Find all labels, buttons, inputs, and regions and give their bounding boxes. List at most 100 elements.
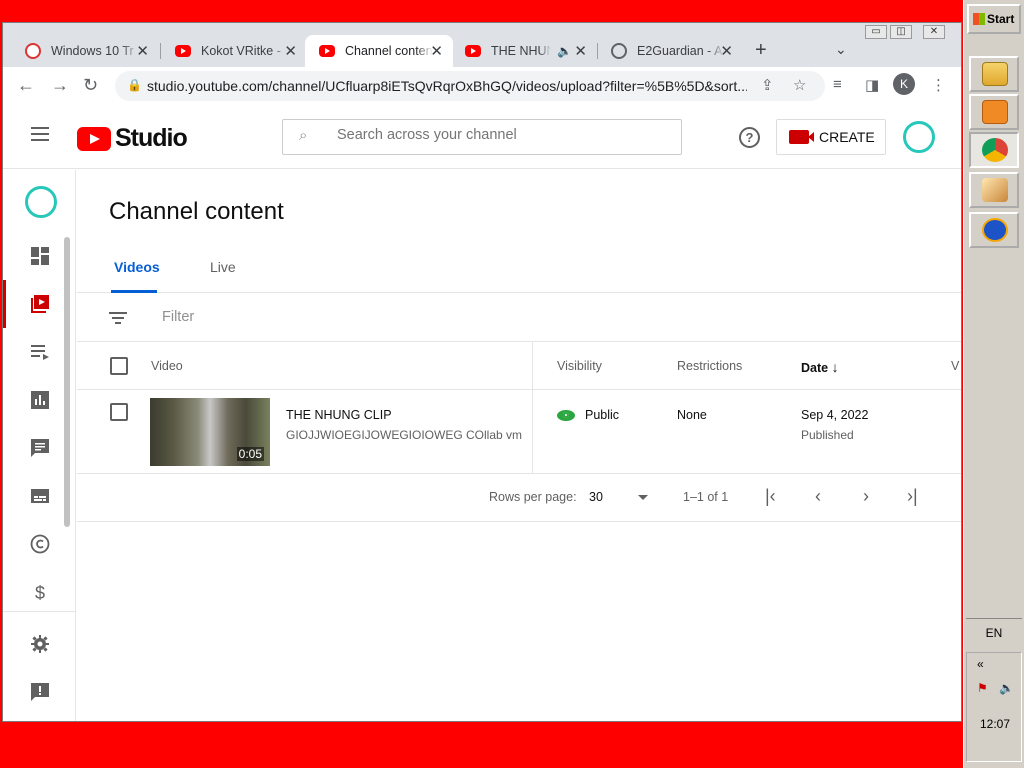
back-arrow-icon[interactable]: ← — [17, 75, 35, 96]
taskbar-app-audacity[interactable] — [969, 212, 1019, 248]
youtube-favicon-icon — [319, 45, 335, 57]
forward-arrow-icon[interactable]: → — [51, 75, 69, 96]
reload-icon[interactable]: ↻ — [83, 75, 98, 96]
column-header-date[interactable]: Date ↓ — [801, 359, 839, 375]
sidebar-item-feedback[interactable] — [3, 668, 76, 716]
dashboard-icon — [31, 247, 49, 265]
bookmark-star-icon[interactable]: ☆ — [793, 76, 806, 94]
profile-avatar[interactable]: K — [893, 73, 915, 95]
tab-close-icon[interactable]: ✕ — [136, 42, 149, 60]
active-tab-underline — [111, 290, 157, 293]
sidebar-item-settings[interactable] — [3, 620, 76, 668]
last-page-icon[interactable]: ›| — [907, 486, 918, 507]
taskbar-app-media[interactable] — [969, 94, 1019, 130]
browser-tab-the-nhung[interactable]: THE NHUN 🔈 ✕ — [451, 35, 597, 67]
logo-text: Studio — [115, 124, 188, 152]
search-icon: ⌕ — [299, 127, 308, 144]
media-player-icon — [982, 100, 1008, 124]
youtube-favicon-icon — [175, 45, 191, 57]
svg-text:$: $ — [35, 583, 45, 602]
taskbar-app-explorer[interactable] — [969, 56, 1019, 92]
browser-tab-channel-content[interactable]: Channel conten ✕ — [305, 35, 453, 67]
start-button[interactable]: Start — [967, 4, 1021, 34]
first-page-icon[interactable]: |‹ — [765, 486, 776, 507]
taskbar-app-chrome[interactable] — [969, 132, 1019, 168]
share-icon[interactable]: ⇪ — [761, 76, 774, 94]
sidebar-item-earn[interactable]: $ — [3, 568, 76, 616]
sort-arrow-down-icon: ↓ — [831, 359, 839, 375]
clock[interactable]: 12:07 — [967, 717, 1023, 731]
tab-close-icon[interactable]: ✕ — [430, 42, 443, 60]
windows-flag-icon — [973, 13, 985, 25]
search-input[interactable] — [337, 127, 657, 143]
sidebar-scrollbar[interactable] — [64, 237, 70, 527]
content-tabs: Videos Live — [77, 253, 961, 293]
url-text[interactable]: studio.youtube.com/channel/UCfluarp8iETs… — [147, 78, 747, 94]
taskbar-app-paint[interactable] — [969, 172, 1019, 208]
more-menu-icon[interactable]: ⋮ — [931, 76, 946, 94]
tab-search-chevron-down-icon[interactable]: ⌄ — [835, 41, 847, 58]
column-header-views[interactable]: V — [951, 359, 959, 373]
page-title: Channel content — [109, 198, 284, 225]
start-label: Start — [987, 12, 1015, 26]
row-checkbox[interactable] — [110, 403, 128, 421]
media-queue-icon[interactable]: ≡ — [833, 76, 842, 93]
select-all-checkbox[interactable] — [110, 357, 128, 375]
dropdown-arrow-icon[interactable] — [638, 495, 648, 500]
studio-header: Studio ⌕ ? CREATE — [3, 105, 961, 169]
tab-close-icon[interactable]: ✕ — [720, 42, 733, 60]
channel-avatar[interactable] — [25, 186, 57, 218]
taskbar-separator — [966, 618, 1022, 619]
youtube-favicon-icon — [465, 45, 481, 57]
video-title[interactable]: THE NHUNG CLIP — [286, 408, 392, 422]
account-avatar[interactable] — [903, 121, 935, 153]
search-box[interactable]: ⌕ — [282, 119, 682, 155]
rows-per-page-select[interactable]: 30 — [589, 490, 603, 504]
browser-window: ▭ ◫ ✕ Windows 10 Tr ✕ Kokot VRitke - ✕ C… — [2, 22, 962, 722]
video-thumbnail[interactable]: 0:05 — [150, 398, 270, 466]
browser-tab-windows10[interactable]: Windows 10 Tr ✕ — [11, 35, 159, 67]
column-header-visibility[interactable]: Visibility — [557, 359, 602, 373]
network-flag-icon[interactable]: ⚑ — [977, 681, 988, 695]
create-button[interactable]: CREATE — [776, 119, 886, 155]
tab-title: Kokot VRitke - — [201, 44, 281, 58]
language-indicator[interactable]: EN — [964, 626, 1024, 640]
restrictions-value: None — [677, 408, 707, 422]
speaker-audio-icon[interactable]: 🔈 — [557, 44, 572, 58]
table-row[interactable]: 0:05 THE NHUNG CLIP GIOJJWIOEGIJOWEGIOIO… — [77, 390, 961, 474]
studio-logo[interactable]: Studio — [77, 124, 188, 153]
help-icon[interactable]: ? — [739, 127, 760, 148]
browser-tab-e2guardian[interactable]: E2Guardian - A ✕ — [597, 35, 743, 67]
headphones-icon — [982, 218, 1008, 242]
side-panel-icon[interactable]: ◨ — [865, 76, 879, 94]
taskbar: Start EN « ⚑ 🔈 12:07 — [963, 0, 1024, 768]
tab-close-icon[interactable]: ✕ — [574, 42, 587, 60]
studio-sidebar: $ — [3, 170, 76, 721]
chrome-icon — [982, 138, 1008, 162]
volume-speaker-icon[interactable]: 🔈 — [999, 681, 1014, 695]
tray-expand-chevron-icon[interactable]: « — [977, 657, 984, 671]
next-page-icon[interactable]: › — [863, 486, 869, 507]
address-bar[interactable]: 🔒 studio.youtube.com/channel/UCfluarp8iE… — [115, 71, 825, 101]
feedback-icon — [31, 683, 49, 701]
playlist-icon — [31, 345, 49, 360]
column-header-restrictions[interactable]: Restrictions — [677, 359, 742, 373]
content-icon — [31, 295, 49, 313]
new-tab-plus-icon[interactable]: + — [755, 39, 767, 62]
filter-bar[interactable]: Filter — [77, 294, 961, 342]
lock-icon[interactable]: 🔒 — [127, 78, 142, 92]
browser-tab-kokot[interactable]: Kokot VRitke - ✕ — [161, 35, 307, 67]
filter-input[interactable]: Filter — [162, 309, 194, 325]
visibility-cell[interactable]: Public — [557, 408, 619, 422]
tab-live[interactable]: Live — [210, 259, 236, 275]
previous-page-icon[interactable]: ‹ — [815, 486, 821, 507]
tab-title: Windows 10 Tr — [51, 44, 134, 58]
tab-close-icon[interactable]: ✕ — [284, 42, 297, 60]
table-header: Video Visibility Restrictions Date ↓ V — [77, 342, 961, 390]
hamburger-menu-icon[interactable] — [31, 127, 49, 141]
studio-page: Studio ⌕ ? CREATE — [3, 105, 961, 721]
filter-icon[interactable] — [109, 312, 127, 324]
date-header-label: Date — [801, 361, 829, 375]
tab-videos[interactable]: Videos — [114, 259, 160, 275]
sidebar-item-copyright[interactable] — [3, 520, 76, 568]
